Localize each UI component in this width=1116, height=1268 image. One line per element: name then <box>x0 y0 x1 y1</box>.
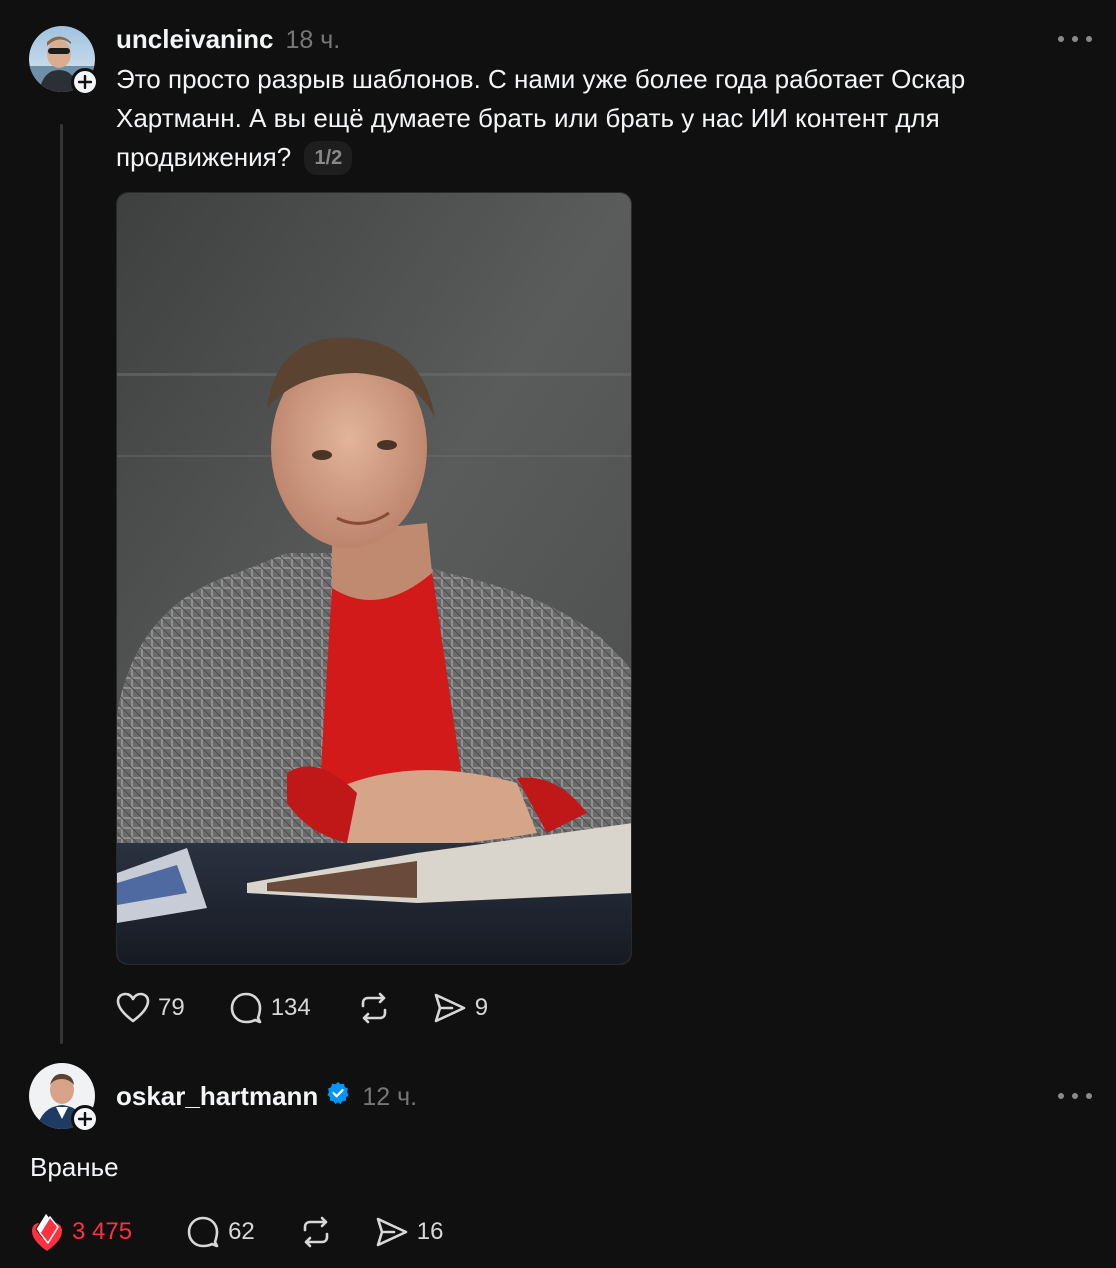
repost-icon <box>361 992 387 1024</box>
like-count: 3 475 <box>72 1218 133 1245</box>
plus-icon <box>78 75 92 89</box>
post-time[interactable]: 18 ч. <box>286 26 341 55</box>
post-header: oskar_hartmann 12 ч. <box>116 1081 417 1112</box>
post-time[interactable]: 12 ч. <box>362 1083 417 1112</box>
username[interactable]: oskar_hartmann <box>116 1081 318 1112</box>
repost-button[interactable] <box>299 1216 333 1248</box>
comment-count: 62 <box>228 1218 255 1245</box>
post-actions: 79 134 9 <box>116 988 488 1028</box>
share-count: 16 <box>416 1218 444 1245</box>
post-header: uncleivaninc 18 ч. <box>116 24 340 55</box>
comment-button[interactable]: 62 <box>186 1216 255 1248</box>
comment-icon <box>230 992 262 1024</box>
send-icon <box>434 993 466 1023</box>
author-avatar[interactable] <box>29 1063 99 1133</box>
more-options-button[interactable] <box>1058 1091 1092 1101</box>
like-button[interactable]: 79 <box>116 992 185 1024</box>
like-count: 79 <box>158 994 185 1021</box>
dot-icon <box>1058 36 1064 42</box>
carousel-pager: 1/2 <box>304 141 353 175</box>
post-text: Это просто разрыв шаблонов. С нами уже б… <box>116 60 1076 177</box>
post-photo[interactable] <box>116 192 632 965</box>
post-body: Это просто разрыв шаблонов. С нами уже б… <box>116 64 966 172</box>
comment-count: 134 <box>270 994 311 1021</box>
dot-icon <box>1058 1093 1064 1099</box>
repost-icon <box>303 1216 329 1248</box>
share-count: 9 <box>474 994 489 1021</box>
photo-image <box>117 193 631 964</box>
dot-icon <box>1086 36 1092 42</box>
verified-badge-icon <box>327 1082 349 1104</box>
send-icon <box>376 1217 408 1247</box>
follow-button[interactable] <box>71 68 99 96</box>
repost-button[interactable] <box>357 992 391 1024</box>
more-options-button[interactable] <box>1058 34 1092 44</box>
plus-icon <box>78 1112 92 1126</box>
post-actions: 3 475 62 16 <box>30 1212 443 1252</box>
like-button[interactable]: 3 475 <box>30 1211 132 1253</box>
author-avatar[interactable] <box>29 26 99 96</box>
post-body: Вранье <box>30 1152 119 1182</box>
dot-icon <box>1072 36 1078 42</box>
dot-icon <box>1086 1093 1092 1099</box>
heart-icon <box>116 992 150 1023</box>
comment-icon <box>187 1216 219 1248</box>
dot-icon <box>1072 1093 1078 1099</box>
comment-button[interactable]: 134 <box>229 992 311 1024</box>
username[interactable]: uncleivaninc <box>116 24 274 55</box>
share-button[interactable]: 9 <box>433 992 488 1024</box>
thread-connector-line <box>60 124 63 1044</box>
share-button[interactable]: 16 <box>375 1216 444 1248</box>
follow-button[interactable] <box>71 1105 99 1133</box>
liked-heart-icon <box>32 1212 62 1251</box>
